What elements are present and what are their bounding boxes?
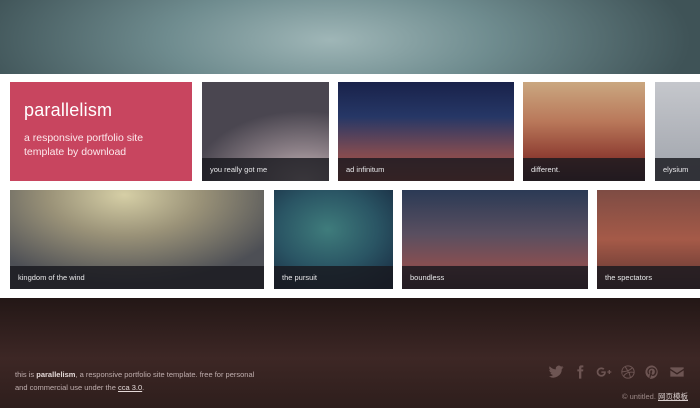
- dribbble-icon[interactable]: [620, 364, 636, 380]
- portfolio-tile[interactable]: boundless: [402, 190, 588, 289]
- tile-caption: kingdom of the wind: [10, 266, 264, 289]
- footer-brand: parallelism: [36, 370, 76, 379]
- twitter-icon[interactable]: [548, 364, 564, 380]
- pinterest-icon[interactable]: [644, 364, 660, 380]
- footer-prefix: this is: [15, 370, 37, 379]
- hero-panel: parallelism a responsive portfolio site …: [10, 82, 192, 181]
- tile-caption: different.: [523, 158, 645, 181]
- tile-caption: boundless: [402, 266, 588, 289]
- tile-caption: you really got me: [202, 158, 329, 181]
- credit-prefix: © untitled.: [622, 392, 658, 401]
- portfolio-tile[interactable]: you really got me: [202, 82, 329, 181]
- footer-suffix: .: [142, 383, 145, 392]
- portfolio-tile[interactable]: different.: [523, 82, 645, 181]
- email-icon[interactable]: [669, 364, 685, 380]
- tile-caption: ad infinitum: [338, 158, 514, 181]
- credit-link[interactable]: 网页模板: [658, 392, 688, 401]
- portfolio-tile[interactable]: ad infinitum: [338, 82, 514, 181]
- portfolio-tile[interactable]: kingdom of the wind: [10, 190, 264, 289]
- tile-caption: the spectators: [597, 266, 700, 289]
- portfolio-tile[interactable]: elysium: [655, 82, 700, 181]
- site-subtitle: a responsive portfolio site template by …: [24, 132, 144, 158]
- facebook-icon[interactable]: [572, 364, 588, 380]
- portfolio-tile[interactable]: the pursuit: [274, 190, 393, 289]
- google-plus-icon[interactable]: [596, 364, 612, 380]
- tile-caption: the pursuit: [274, 266, 393, 289]
- site-title: parallelism: [24, 100, 113, 120]
- tile-caption: elysium: [655, 158, 700, 181]
- copyright-credit: © untitled. 网页模板: [622, 391, 688, 402]
- portfolio-tile[interactable]: the spectators: [597, 190, 700, 289]
- footer-description: this is parallelism, a responsive portfo…: [15, 368, 255, 394]
- social-links: [548, 364, 688, 382]
- header-background: [0, 0, 700, 74]
- license-link[interactable]: cca 3.0: [118, 383, 142, 392]
